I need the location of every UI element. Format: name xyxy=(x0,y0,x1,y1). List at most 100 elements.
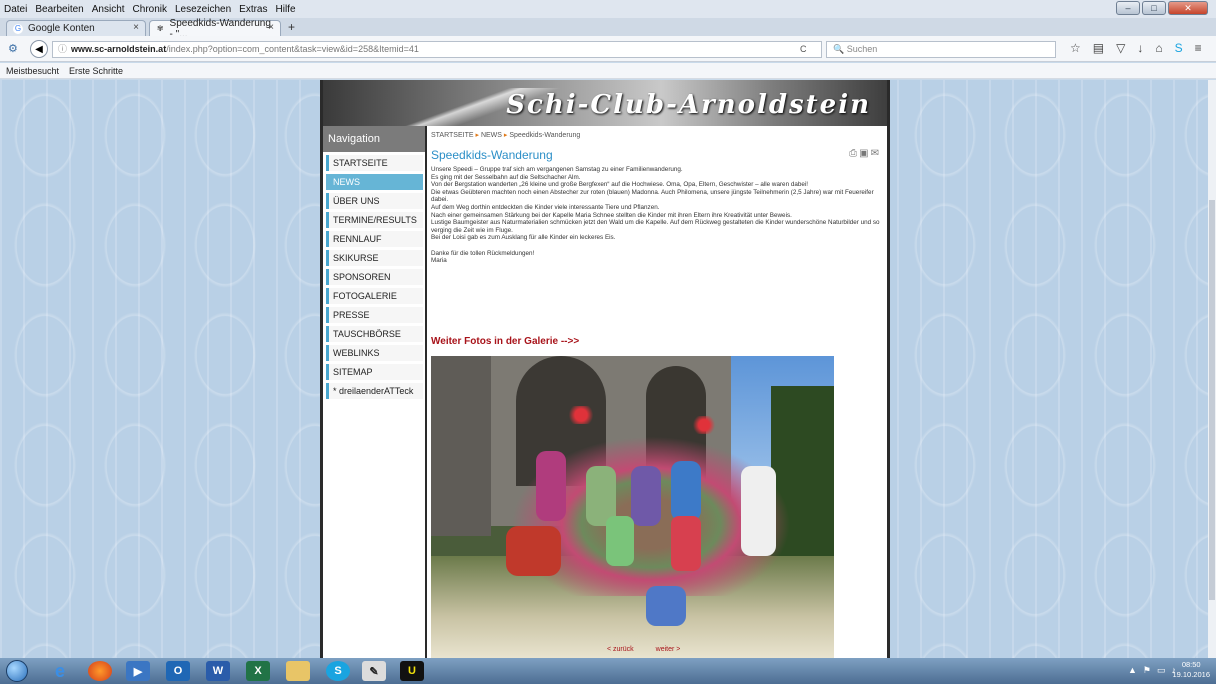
toolbar-icons: ☆ ▤ ▽ ↓ ⌂ S ≡ xyxy=(1070,41,1202,55)
url-host: www.sc-arnoldstein.at xyxy=(71,44,167,54)
explorer-folder-icon[interactable] xyxy=(286,661,310,681)
breadcrumb-arrow-icon: ▸ xyxy=(475,132,479,139)
nav-item-skikurse[interactable]: SKIKURSE xyxy=(326,250,423,266)
nav-item-sitemap[interactable]: SITEMAP xyxy=(326,364,423,380)
reload-icon[interactable]: C xyxy=(800,44,807,54)
email-icon[interactable]: ✉ xyxy=(871,148,879,159)
article-paragraph: Es ging mit der Sesselbahn auf die Selts… xyxy=(431,173,581,181)
article-paragraph: Maria xyxy=(431,257,447,265)
internet-explorer-icon[interactable]: e xyxy=(48,661,72,681)
next-link[interactable]: weiter > xyxy=(656,646,681,653)
tab-label: Google Konten xyxy=(28,23,95,34)
back-button[interactable]: ◀ xyxy=(30,40,48,58)
word-icon[interactable]: W xyxy=(206,661,230,681)
tab-google-konten[interactable]: G Google Konten × xyxy=(6,20,146,36)
menu-bearbeiten[interactable]: Bearbeiten xyxy=(35,4,83,15)
menu-lesezeichen[interactable]: Lesezeichen xyxy=(175,4,231,15)
minimize-icon[interactable]: – xyxy=(1116,1,1140,15)
breadcrumb-arrow-icon: ▸ xyxy=(503,132,508,139)
site-logo[interactable]: Schi-Club-Arnoldstein xyxy=(506,90,871,120)
clock-date: 19.10.2016 xyxy=(1172,670,1210,679)
breadcrumb-news[interactable]: NEWS xyxy=(481,132,502,139)
nav-item-dreilaenderatteck[interactable]: * dreilaenderATTeck xyxy=(326,383,423,399)
navigation-toolbar: ⚙ ◀ ⓘ www.sc-arnoldstein.at/index.php?op… xyxy=(0,36,1216,62)
nav-item-rennlauf[interactable]: RENNLAUF xyxy=(326,231,423,247)
tab-bar: G Google Konten × ✾ Speedkids-Wanderung … xyxy=(0,18,1216,40)
url-path: /index.php?option=com_content&task=view&… xyxy=(166,44,419,54)
article-paragraph: Auf dem Weg dorthin entdeckten die Kinde… xyxy=(431,203,660,211)
url-bar[interactable]: ⓘ www.sc-arnoldstein.at/index.php?option… xyxy=(52,41,822,58)
close-tab-icon[interactable]: × xyxy=(268,22,274,33)
article-paragraph: Danke für die tollen Rückmeldungen! xyxy=(431,249,535,257)
pocket-icon[interactable]: ▽ xyxy=(1116,41,1125,55)
action-center-icon[interactable]: ⚑ xyxy=(1143,665,1151,676)
taskbar: e ▶ O W X S ✎ U ▲ ⚑ ▭ ♪ 08:50 19.10.2016 xyxy=(0,658,1216,684)
article-paragraph: Lustige Baumgeister aus Naturmaterialien… xyxy=(431,219,880,234)
info-icon[interactable]: ⓘ xyxy=(58,42,67,57)
firefox-icon[interactable] xyxy=(88,661,112,681)
scrollbar-thumb[interactable] xyxy=(1209,200,1215,600)
menu-chronik[interactable]: Chronik xyxy=(133,4,167,15)
nav-item-tauschbörse[interactable]: TAUSCHBÖRSE xyxy=(326,326,423,342)
nav-item-termine-results[interactable]: TERMINE/RESULTS xyxy=(326,212,423,228)
nav-item-weblinks[interactable]: WEBLINKS xyxy=(326,345,423,361)
nav-item-news[interactable]: NEWS xyxy=(326,174,423,190)
nav-item-sponsoren[interactable]: SPONSOREN xyxy=(326,269,423,285)
skype-taskbar-icon[interactable]: S xyxy=(326,661,350,681)
breadcrumb: STARTSEITE ▸ NEWS ▸ Speedkids-Wanderung xyxy=(431,131,580,139)
print-icon[interactable]: ▣ xyxy=(859,148,868,159)
close-tab-icon[interactable]: × xyxy=(133,22,139,33)
bookmark-erste-schritte[interactable]: Erste Schritte xyxy=(69,66,123,76)
bookmark-meistbesucht[interactable]: Meistbesucht xyxy=(6,66,59,76)
article-paragraph: Nach einer gemeinsamen Stärkung bei der … xyxy=(431,211,792,219)
home-icon[interactable]: ⌂ xyxy=(1155,41,1162,55)
article-paragraph: Bei der Loisi gab es zum Ausklang für al… xyxy=(431,234,616,242)
menu-hilfe[interactable]: Hilfe xyxy=(276,4,296,15)
menu-ansicht[interactable]: Ansicht xyxy=(92,4,125,15)
nav-item-startseite[interactable]: STARTSEITE xyxy=(326,155,423,171)
nav-item-fotogalerie[interactable]: FOTOGALERIE xyxy=(326,288,423,304)
bookmarks-list-icon[interactable]: ▤ xyxy=(1093,41,1104,55)
google-icon: G xyxy=(13,23,23,34)
hamburger-menu-icon[interactable]: ≡ xyxy=(1195,41,1202,55)
navigation-list: STARTSEITE NEWS ÜBER UNS TERMINE/RESULTS REN… xyxy=(323,155,425,399)
nav-item-über-uns[interactable]: ÜBER UNS xyxy=(326,193,423,209)
article-title: Speedkids-Wanderung xyxy=(431,148,553,162)
group-photo xyxy=(431,356,834,658)
navigation-heading: Navigation xyxy=(323,126,425,152)
clock[interactable]: 08:50 19.10.2016 xyxy=(1172,660,1210,680)
download-icon[interactable]: ↓ xyxy=(1137,41,1143,55)
article-paragraph xyxy=(431,242,881,250)
gallery-link[interactable]: Weiter Fotos in der Galerie -->> xyxy=(431,336,579,347)
sidebar-icon[interactable]: ⚙ xyxy=(8,42,18,55)
article-paragraph: Unsere Speedi – Gruppe traf sich am verg… xyxy=(431,166,683,173)
outlook-icon[interactable]: O xyxy=(166,661,190,681)
search-input[interactable]: 🔍 Suchen xyxy=(826,41,1056,58)
breadcrumb-startseite[interactable]: STARTSEITE xyxy=(431,132,474,139)
new-tab-icon[interactable]: + xyxy=(288,20,295,34)
page-scrollbar[interactable] xyxy=(1208,80,1216,658)
bookmark-star-icon[interactable]: ☆ xyxy=(1070,41,1081,55)
ultraedit-icon[interactable]: U xyxy=(400,661,424,681)
prev-link[interactable]: < zurück xyxy=(607,646,634,653)
breadcrumb-current: Speedkids-Wanderung xyxy=(509,132,581,139)
menu-datei[interactable]: Datei xyxy=(4,4,27,15)
network-icon[interactable]: ▭ xyxy=(1157,665,1166,676)
article-paragraph: Von der Bergstation wanderten „26 kleine… xyxy=(431,181,808,189)
pdf-icon[interactable]: ⎙ xyxy=(849,148,857,159)
article-tools: ⎙ ▣ ✉ xyxy=(849,148,879,159)
media-player-icon[interactable]: ▶ xyxy=(126,661,150,681)
start-button[interactable] xyxy=(6,660,28,682)
close-window-icon[interactable]: ✕ xyxy=(1168,1,1208,15)
tab-speedkids[interactable]: ✾ Speedkids-Wanderung - "... × xyxy=(149,18,281,40)
menu-bar: Datei Bearbeiten Ansicht Chronik Lesezei… xyxy=(0,0,1216,18)
image-viewer-icon[interactable]: ✎ xyxy=(362,661,386,681)
nav-item-presse[interactable]: PRESSE xyxy=(326,307,423,323)
maximize-icon[interactable]: □ xyxy=(1142,1,1166,15)
bookmarks-bar: Meistbesucht Erste Schritte xyxy=(0,63,1216,79)
clock-time: 08:50 xyxy=(1181,660,1201,669)
menu-extras[interactable]: Extras xyxy=(239,4,267,15)
excel-icon[interactable]: X xyxy=(246,661,270,681)
tray-arrow-icon[interactable]: ▲ xyxy=(1128,665,1137,676)
skype-icon[interactable]: S xyxy=(1175,41,1183,55)
